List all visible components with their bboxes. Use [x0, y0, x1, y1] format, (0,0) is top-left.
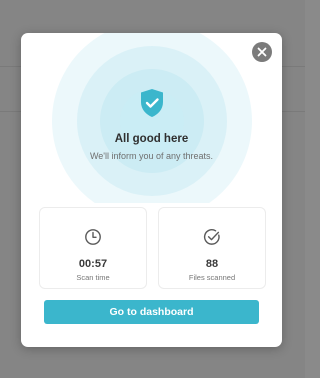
close-icon: [257, 47, 267, 57]
status-hero: All good here We'll inform you of any th…: [21, 33, 282, 203]
status-subtitle: We'll inform you of any threats.: [89, 151, 214, 161]
scan-time-card: 00:57 Scan time: [39, 207, 147, 289]
scan-time-value: 00:57: [78, 258, 108, 270]
close-button[interactable]: [252, 42, 272, 62]
files-scanned-card: 88 Files scanned: [158, 207, 266, 289]
files-scanned-label: Files scanned: [188, 273, 236, 282]
shield-check-icon: [140, 89, 163, 117]
scan-time-label: Scan time: [76, 273, 110, 282]
files-scanned-value: 88: [205, 258, 219, 270]
check-circle-icon: [203, 229, 220, 245]
go-to-dashboard-button[interactable]: Go to dashboard: [44, 300, 259, 324]
clock-icon: [85, 229, 101, 245]
status-title: All good here: [114, 133, 189, 145]
scan-result-dialog: All good here We'll inform you of any th…: [21, 33, 282, 347]
